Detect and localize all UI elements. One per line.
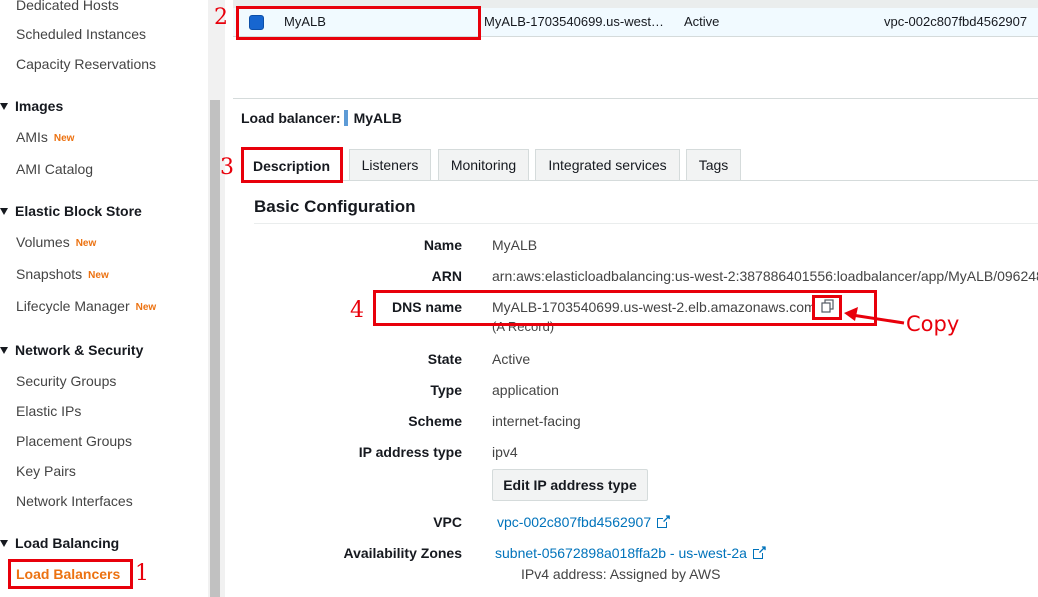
annotation-box-dns-name (373, 290, 877, 326)
value-availability-zones[interactable]: subnet-05672898a018ffa2b - us-west-2a (495, 543, 767, 561)
annotation-step-1: 1 (135, 561, 149, 586)
tab-tags[interactable]: Tags (686, 149, 741, 180)
annotation-arrow (844, 307, 905, 325)
caret-down-icon (0, 347, 8, 354)
tab-integrated-services[interactable]: Integrated services (535, 149, 680, 180)
external-link-icon[interactable] (752, 543, 767, 559)
navigation-sidebar: Dedicated Hosts Scheduled Instances Capa… (0, 0, 208, 597)
external-link-icon[interactable] (657, 512, 671, 528)
value-vpc[interactable]: vpc-002c807fbd4562907 (497, 512, 671, 530)
cell-vpc: vpc-002c807fbd4562907 (884, 14, 1028, 29)
caret-down-icon (0, 208, 8, 215)
sidebar-scrollbar[interactable] (208, 0, 222, 597)
new-badge: New (75, 238, 97, 249)
nav-network-interfaces[interactable]: Network Interfaces (16, 493, 133, 509)
nav-security-groups[interactable]: Security Groups (16, 373, 116, 389)
vpc-link[interactable]: vpc-002c807fbd4562907 (497, 514, 651, 530)
label-state: State (427, 351, 462, 367)
subnet-link[interactable]: subnet-05672898a018ffa2b - us-west-2a (495, 545, 747, 561)
new-badge: New (88, 270, 109, 281)
nav-lifecycle-manager[interactable]: Lifecycle Manager New (16, 298, 156, 314)
annotation-step-3: 3 (220, 155, 234, 180)
label-arn: ARN (431, 268, 462, 284)
edit-ip-address-type-button[interactable]: Edit IP address type (492, 469, 648, 501)
nav-section-load-balancing[interactable]: Load Balancing (0, 535, 119, 551)
nav-volumes[interactable]: Volumes New (16, 234, 96, 250)
split-pane-handle[interactable] (233, 98, 1038, 99)
label-ip-address-type: IP address type (358, 444, 462, 460)
nav-key-pairs[interactable]: Key Pairs (16, 463, 76, 479)
value-type: application (492, 382, 559, 398)
caret-down-icon (0, 540, 8, 547)
new-badge: New (53, 133, 75, 144)
tab-underline (241, 180, 1038, 181)
nav-scheduled-instances[interactable]: Scheduled Instances (16, 26, 146, 42)
selection-bar (343, 110, 348, 126)
annotation-box-load-balancers (8, 559, 133, 589)
annotation-copy-label: Copy (906, 312, 960, 336)
value-name: MyALB (492, 237, 538, 253)
tab-monitoring[interactable]: Monitoring (438, 149, 529, 180)
annotation-box-row (236, 6, 481, 40)
caret-down-icon (0, 103, 8, 110)
details-title: Load balancer: MyALB (241, 110, 402, 126)
label-vpc: VPC (433, 514, 462, 530)
pane-divider[interactable] (222, 0, 225, 597)
nav-placement-groups[interactable]: Placement Groups (16, 433, 132, 449)
cell-dns-name: MyALB-1703540699.us-west… (484, 14, 664, 29)
nav-section-ebs[interactable]: Elastic Block Store (0, 203, 142, 219)
nav-dedicated-hosts[interactable]: Dedicated Hosts (16, 0, 119, 13)
annotation-box-description-tab (241, 147, 343, 183)
nav-capacity-reservations[interactable]: Capacity Reservations (16, 56, 156, 72)
tab-listeners[interactable]: Listeners (349, 149, 431, 180)
nav-amis[interactable]: AMIs New (16, 129, 74, 145)
label-scheme: Scheme (408, 413, 462, 429)
new-badge: New (135, 302, 157, 313)
cell-state: Active (684, 14, 720, 29)
label-type: Type (430, 382, 462, 398)
value-ipv4-assignment: IPv4 address: Assigned by AWS (521, 566, 721, 582)
value-ip-address-type: ipv4 (492, 444, 518, 460)
section-heading: Basic Configuration (254, 197, 416, 216)
annotation-step-4: 4 (350, 298, 364, 323)
annotation-step-2: 2 (214, 5, 228, 30)
scrollbar-thumb[interactable] (210, 100, 220, 597)
value-arn: arn:aws:elasticloadbalancing:us-west-2:3… (492, 268, 1038, 284)
label-availability-zones: Availability Zones (343, 545, 462, 561)
nav-ami-catalog[interactable]: AMI Catalog (16, 161, 93, 177)
section-divider (254, 223, 1038, 224)
value-scheme: internet-facing (492, 413, 581, 429)
annotation-box-copy-icon (812, 295, 842, 320)
nav-section-network-security[interactable]: Network & Security (0, 342, 143, 358)
nav-section-images[interactable]: Images (0, 98, 63, 114)
nav-snapshots[interactable]: Snapshots New (16, 266, 109, 282)
value-state: Active (492, 351, 531, 367)
nav-elastic-ips[interactable]: Elastic IPs (16, 403, 81, 419)
label-name: Name (423, 237, 462, 253)
